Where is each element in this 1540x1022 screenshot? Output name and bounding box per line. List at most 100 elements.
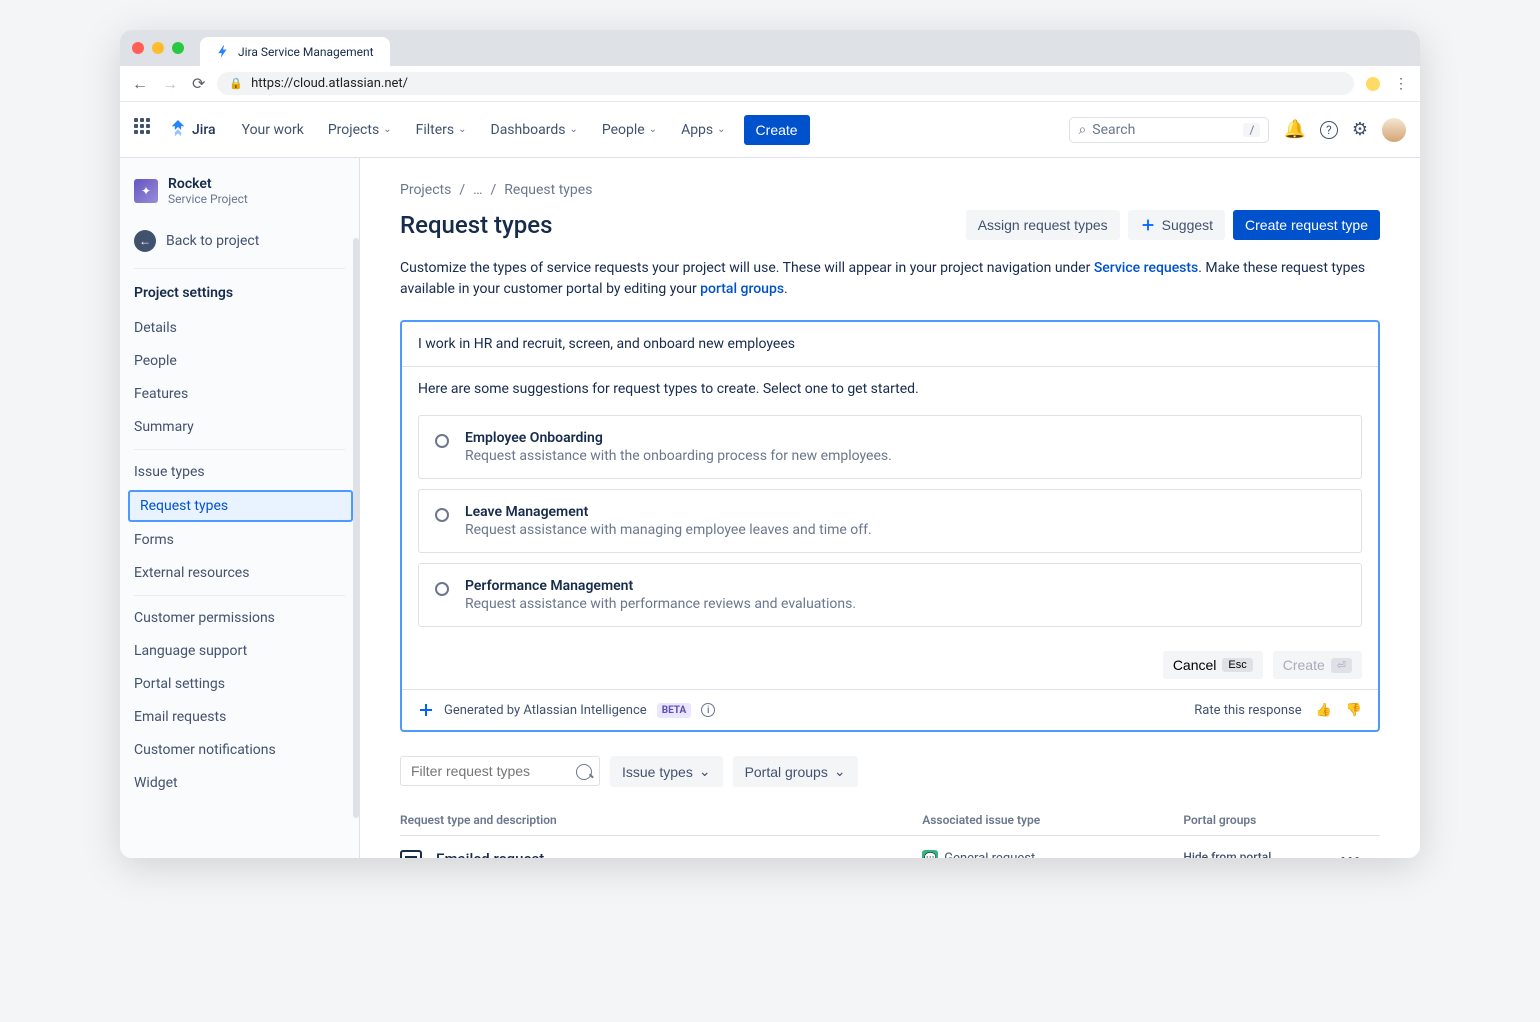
page-title: Request types [400,211,553,239]
create-request-type-button[interactable]: Create request type [1233,210,1380,240]
sidebar-item-people[interactable]: People [120,345,355,377]
create-button[interactable]: Create [744,115,810,145]
ai-suggestion-panel: I work in HR and recruit, screen, and on… [400,320,1380,732]
sidebar-item-portal-settings[interactable]: Portal settings [120,668,355,700]
ai-footer: Generated by Atlassian Intelligence BETA… [402,689,1378,730]
nav-item-dashboards[interactable]: Dashboards⌄ [483,116,586,144]
ai-instruction: Here are some suggestions for request ty… [402,367,1378,405]
info-icon[interactable]: i [701,703,715,717]
window-controls [132,42,184,54]
back-icon[interactable]: ← [132,74,148,94]
browser-tabbar: Jira Service Management [120,30,1420,66]
address-bar[interactable]: 🔒 https://cloud.atlassian.net/ [217,72,1354,95]
row-title: Emailed request [436,850,729,858]
sparkle-icon [418,702,434,718]
sidebar-item-widget[interactable]: Widget [120,767,355,799]
portal-groups-filter[interactable]: Portal groups ⌄ [733,756,858,787]
user-avatar[interactable] [1382,118,1406,142]
reload-icon[interactable]: ⟳ [192,74,205,93]
back-to-project-link[interactable]: ← Back to project [120,220,359,262]
sidebar-item-summary[interactable]: Summary [120,411,355,443]
issue-types-filter[interactable]: Issue types ⌄ [610,756,723,787]
breadcrumb-item[interactable]: … [473,182,482,198]
col-header: Associated issue type [922,813,1183,827]
search-input[interactable]: ⌕ Search / [1069,117,1269,143]
suggestion-item[interactable]: Employee OnboardingRequest assistance wi… [418,415,1362,479]
thumbs-up-icon[interactable]: 👍 [1316,703,1332,718]
nav-item-projects[interactable]: Projects⌄ [320,116,400,144]
project-name: Rocket [168,176,248,192]
assign-request-types-button[interactable]: Assign request types [966,210,1120,240]
breadcrumb-item[interactable]: Projects [400,182,451,198]
portal-group-label: Hide from portal [1183,850,1340,858]
chevron-down-icon: ⌄ [717,124,725,135]
minimize-window-icon[interactable] [152,42,164,54]
nav-item-your-work[interactable]: Your work [234,116,312,144]
thumbs-down-icon[interactable]: 👎 [1346,703,1362,718]
cancel-button[interactable]: Cancel Esc [1163,651,1263,679]
project-header: ✦ Rocket Service Project [120,158,359,220]
rate-label: Rate this response [1194,703,1301,718]
sidebar-item-issue-types[interactable]: Issue types [120,456,355,488]
jira-logo[interactable]: Jira [168,120,216,140]
sidebar-item-features[interactable]: Features [120,378,355,410]
col-header: Portal groups [1183,813,1340,827]
sidebar-item-request-types[interactable]: Request types [128,490,353,522]
sidebar-item-customer-permissions[interactable]: Customer permissions [120,602,355,634]
maximize-window-icon[interactable] [172,42,184,54]
browser-window: Jira Service Management ← → ⟳ 🔒 https://… [120,30,1420,858]
sidebar: ✦ Rocket Service Project ← Back to proje… [120,158,360,858]
nav-item-filters[interactable]: Filters⌄ [408,116,475,144]
sidebar-item-email-requests[interactable]: Email requests [120,701,355,733]
row-actions-icon[interactable]: ••• [1340,850,1380,858]
suggestion-description: Request assistance with managing employe… [465,522,872,538]
forward-icon[interactable]: → [162,74,178,94]
help-icon[interactable]: ? [1320,121,1338,139]
filter-request-types-input[interactable] [400,756,600,786]
portal-groups-link[interactable]: portal groups [700,281,784,297]
chevron-down-icon: ⌄ [569,124,577,135]
radio-icon[interactable] [435,508,449,522]
sidebar-item-details[interactable]: Details [120,312,355,344]
close-window-icon[interactable] [132,42,144,54]
radio-icon[interactable] [435,582,449,596]
project-icon: ✦ [134,179,158,203]
suggestion-title: Employee Onboarding [465,430,892,446]
main-content: Projects / … / Request types Request typ… [360,158,1420,858]
suggestion-item[interactable]: Leave ManagementRequest assistance with … [418,489,1362,553]
sidebar-item-external-resources[interactable]: External resources [120,557,355,589]
app-switcher-icon[interactable] [134,118,158,142]
lock-icon: 🔒 [229,77,243,90]
browser-tab[interactable]: Jira Service Management [200,37,390,67]
browser-url-bar: ← → ⟳ 🔒 https://cloud.atlassian.net/ ⋮ [120,66,1420,102]
radio-icon[interactable] [435,434,449,448]
esc-key-hint: Esc [1222,658,1252,672]
service-requests-link[interactable]: Service requests [1094,260,1198,276]
sparkle-icon [1140,218,1154,232]
suggestion-title: Performance Management [465,578,856,594]
nav-item-people[interactable]: People⌄ [594,116,665,144]
suggestion-item[interactable]: Performance ManagementRequest assistance… [418,563,1362,627]
chevron-down-icon: ⌄ [458,124,466,135]
notifications-icon[interactable]: 🔔 [1283,119,1305,140]
suggest-button[interactable]: Suggest [1128,210,1225,240]
intro-text: Customize the types of service requests … [400,258,1380,300]
issue-type-label: General request [944,851,1035,859]
profile-indicator-icon[interactable] [1366,77,1380,91]
beta-badge: BETA [657,703,692,718]
create-button-disabled: Create ⏎ [1273,651,1362,679]
settings-icon[interactable]: ⚙ [1352,119,1368,140]
search-icon: ⌕ [1078,122,1086,138]
sidebar-item-language-support[interactable]: Language support [120,635,355,667]
browser-menu-icon[interactable]: ⋮ [1394,76,1408,92]
sidebar-item-forms[interactable]: Forms [120,524,355,556]
chevron-down-icon: ⌄ [383,124,391,135]
nav-item-apps[interactable]: Apps⌄ [673,116,733,144]
issue-type-icon: 💬 [922,850,938,858]
enter-key-hint: ⏎ [1331,658,1352,673]
filter-row: Issue types ⌄ Portal groups ⌄ [400,756,1380,787]
table-row[interactable]: Emailed request Request received from yo… [400,836,1380,858]
search-shortcut: / [1243,123,1260,137]
breadcrumb-item: Request types [504,182,592,198]
sidebar-item-customer-notifications[interactable]: Customer notifications [120,734,355,766]
